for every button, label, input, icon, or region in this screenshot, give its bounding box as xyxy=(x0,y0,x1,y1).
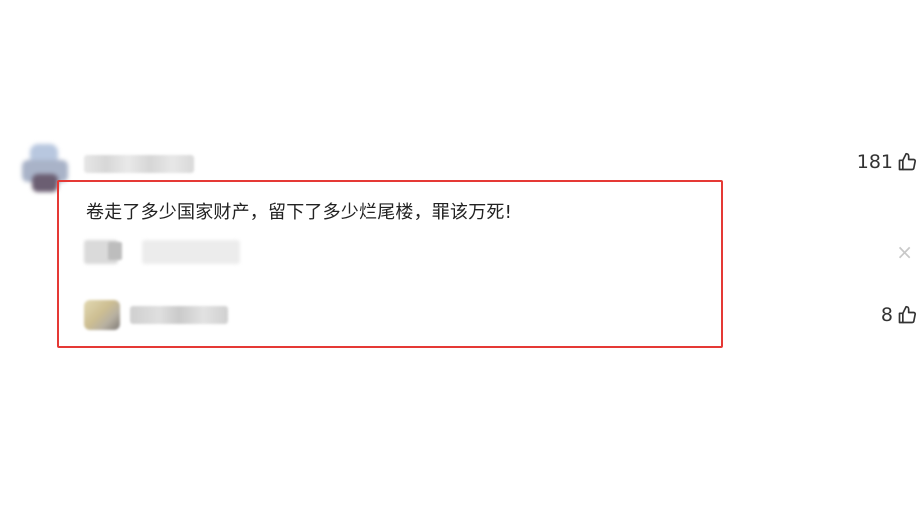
close-icon[interactable]: × xyxy=(896,242,913,262)
comment-thread-screenshot: 181 卷走了多少国家财产，留下了多少烂尾楼，罪该万死! × 8 xyxy=(0,0,917,519)
meta-block xyxy=(142,240,240,264)
username-blurred[interactable] xyxy=(84,155,194,173)
comment-text: 卷走了多少国家财产，留下了多少烂尾楼，罪该万死! xyxy=(86,202,513,223)
sub-reply-text-blurred xyxy=(130,306,228,324)
sub-reply-blurred[interactable] xyxy=(84,300,234,330)
sub-reply-avatar xyxy=(84,300,120,330)
thumbs-up-icon xyxy=(897,152,917,172)
reply-like-button[interactable]: 8 xyxy=(881,304,917,326)
meta-block xyxy=(108,242,122,260)
comment-like-count: 181 xyxy=(856,150,893,173)
reply-like-count: 8 xyxy=(880,304,893,326)
avatar-part xyxy=(32,174,58,192)
comment-like-button[interactable]: 181 xyxy=(857,152,917,172)
comment-meta-blurred xyxy=(84,240,240,264)
thumbs-up-icon xyxy=(897,305,917,325)
